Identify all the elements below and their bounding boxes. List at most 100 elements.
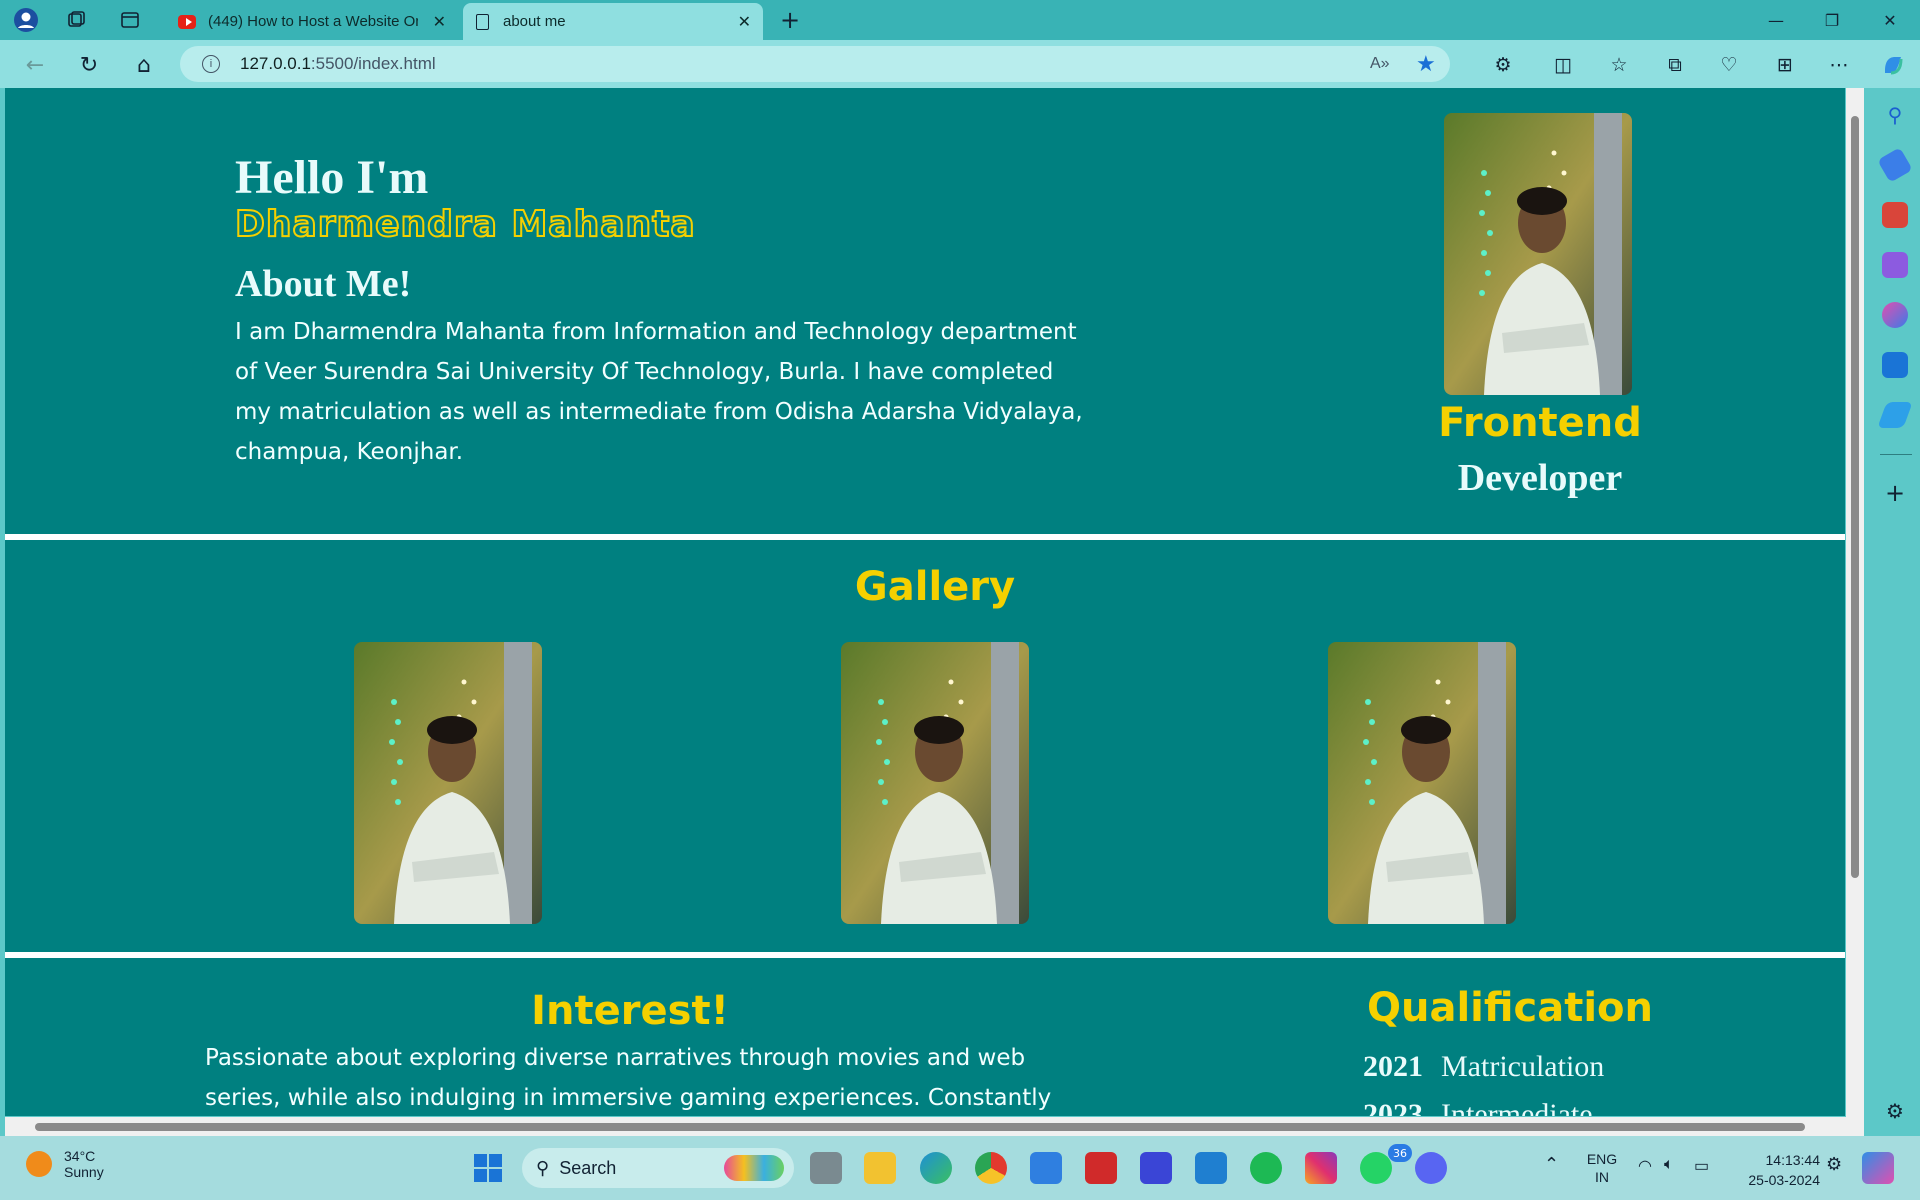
back-icon[interactable]: ←	[20, 50, 50, 80]
hero-section: Hello I'm Dharmendra Mahanta About Me! I…	[5, 88, 1845, 534]
spotify-icon[interactable]	[1250, 1152, 1282, 1184]
scrollbar-thumb[interactable]	[1851, 116, 1859, 878]
add-icon[interactable]: +	[1882, 479, 1908, 507]
qualification-year: 2023	[1363, 1098, 1423, 1116]
whatsapp-icon[interactable]	[1360, 1152, 1392, 1184]
workspaces-icon[interactable]	[62, 6, 90, 34]
close-tab-icon[interactable]: ✕	[738, 12, 751, 32]
task-view-icon[interactable]	[810, 1152, 842, 1184]
copilot-icon[interactable]	[1862, 1152, 1894, 1184]
scrollbar-thumb[interactable]	[35, 1123, 1805, 1131]
site-info-icon[interactable]: i	[202, 55, 220, 73]
holi-illustration-icon	[724, 1155, 784, 1181]
tab-actions-icon[interactable]	[116, 6, 144, 34]
extensions-icon[interactable]: ⚙	[1490, 52, 1516, 78]
split-screen-icon[interactable]: ◫	[1550, 52, 1576, 78]
sun-icon	[26, 1151, 52, 1177]
url-path: :5500/index.html	[310, 54, 436, 73]
instagram-icon[interactable]	[1305, 1152, 1337, 1184]
profile-icon[interactable]	[12, 6, 40, 34]
microsoft-365-icon[interactable]	[1882, 302, 1908, 328]
wifi-icon[interactable]: ◠	[1638, 1156, 1652, 1176]
show-hidden-icons-icon[interactable]: ⌃	[1544, 1154, 1559, 1175]
settings-gear-icon[interactable]: ⚙	[1826, 1154, 1842, 1175]
collections-icon[interactable]: ⧉	[1662, 52, 1688, 78]
address-toolbar: ← ↻ ⌂ i 127.0.0.1:5500/index.html A» ★ ⚙…	[0, 40, 1920, 88]
taskbar-search[interactable]: ⚲ Search	[522, 1148, 794, 1188]
about-paragraph: I am Dharmendra Mahanta from Information…	[235, 319, 1083, 465]
games-icon[interactable]	[1882, 252, 1908, 278]
tools-icon[interactable]	[1882, 202, 1908, 228]
tab-youtube[interactable]: (449) How to Host a Website On ✕	[168, 3, 458, 40]
weather-temperature: 34°C	[64, 1148, 96, 1164]
qualification-label: Intermediate	[1441, 1098, 1593, 1116]
outlook-icon[interactable]	[1882, 352, 1908, 378]
restore-icon[interactable]: ❐	[1804, 0, 1860, 40]
horizontal-scrollbar[interactable]	[5, 1117, 1846, 1136]
gallery-heading: Gallery	[854, 564, 1016, 610]
youtube-icon	[178, 13, 196, 31]
page-viewport: Hello I'm Dharmendra Mahanta About Me! I…	[5, 88, 1845, 1116]
read-aloud-icon[interactable]: A»	[1370, 55, 1390, 73]
region-code: IN	[1595, 1169, 1609, 1185]
refresh-icon[interactable]: ↻	[74, 50, 104, 80]
address-input[interactable]: i 127.0.0.1:5500/index.html A» ★	[180, 46, 1450, 82]
edge-icon[interactable]	[920, 1152, 952, 1184]
weather-widget[interactable]: 34°C Sunny	[26, 1148, 104, 1180]
tab-label: about me	[503, 13, 566, 30]
minimize-icon[interactable]: —	[1748, 0, 1804, 40]
file-explorer-icon[interactable]	[864, 1152, 896, 1184]
section-divider	[5, 952, 1845, 958]
section-divider	[5, 534, 1845, 540]
close-window-icon[interactable]: ✕	[1862, 0, 1918, 40]
search-icon[interactable]: ⚲	[1882, 102, 1908, 128]
profile-photo	[1444, 113, 1632, 395]
tab-about-me[interactable]: about me ✕	[463, 3, 763, 40]
interest-paragraph: Passionate about exploring diverse narra…	[205, 1045, 1052, 1111]
search-label: Search	[559, 1157, 617, 1178]
copilot-icon[interactable]	[1880, 52, 1906, 78]
new-tab-icon[interactable]: +	[776, 6, 804, 34]
interest-heading: Interest!	[531, 988, 729, 1034]
language-indicator[interactable]: ENG IN	[1582, 1150, 1622, 1186]
app-icon[interactable]	[1140, 1152, 1172, 1184]
battery-icon[interactable]: ▭	[1694, 1156, 1709, 1176]
clock-date: 25-03-2024	[1748, 1172, 1820, 1188]
browser-title-bar: (449) How to Host a Website On ✕ about m…	[0, 0, 1920, 40]
home-icon[interactable]: ⌂	[129, 50, 159, 80]
page-icon	[473, 13, 491, 31]
start-icon[interactable]	[472, 1152, 504, 1184]
volume-icon[interactable]: 🔈︎	[1664, 1156, 1674, 1174]
chrome-icon[interactable]	[975, 1152, 1007, 1184]
send-icon[interactable]	[1877, 402, 1913, 428]
browser-essentials-icon[interactable]: ♡	[1716, 52, 1742, 78]
favorite-star-icon[interactable]: ★	[1416, 51, 1436, 77]
qualification-year: 2021	[1363, 1050, 1423, 1083]
qualification-heading: Qualification	[1366, 985, 1654, 1031]
settings-icon[interactable]: ⚙	[1882, 1098, 1908, 1124]
name-heading: Dharmendra Mahanta	[234, 203, 696, 246]
favorites-icon[interactable]: ☆	[1606, 52, 1632, 78]
edge-sidebar: ⚲ + ⚙	[1870, 88, 1920, 1136]
apps-icon[interactable]: ⊞	[1772, 52, 1798, 78]
vscode-icon[interactable]	[1195, 1152, 1227, 1184]
clock[interactable]: 14:13:44 25-03-2024	[1730, 1150, 1820, 1190]
qualification-row: 2023 Intermediate	[1363, 1098, 1593, 1116]
gallery-photo	[1328, 642, 1516, 924]
vertical-scrollbar[interactable]	[1846, 88, 1864, 1136]
notification-badge: 36	[1388, 1144, 1412, 1162]
close-tab-icon[interactable]: ✕	[433, 12, 446, 32]
microsoft-store-icon[interactable]	[1030, 1152, 1062, 1184]
url-host: 127.0.0.1	[240, 54, 311, 73]
qualification-label: Matriculation	[1441, 1050, 1605, 1083]
mcafee-icon[interactable]	[1085, 1152, 1117, 1184]
about-heading: About Me!	[235, 263, 412, 305]
shopping-icon[interactable]	[1877, 147, 1913, 183]
more-menu-icon[interactable]: ⋯	[1826, 52, 1852, 78]
language-code: ENG	[1586, 1151, 1618, 1167]
role-line-developer: Developer	[1457, 457, 1623, 499]
qualification-row: 2021 Matriculation	[1363, 1050, 1604, 1084]
hello-heading: Hello I'm	[235, 151, 429, 204]
discord-icon[interactable]	[1415, 1152, 1447, 1184]
gallery-photo	[841, 642, 1029, 924]
